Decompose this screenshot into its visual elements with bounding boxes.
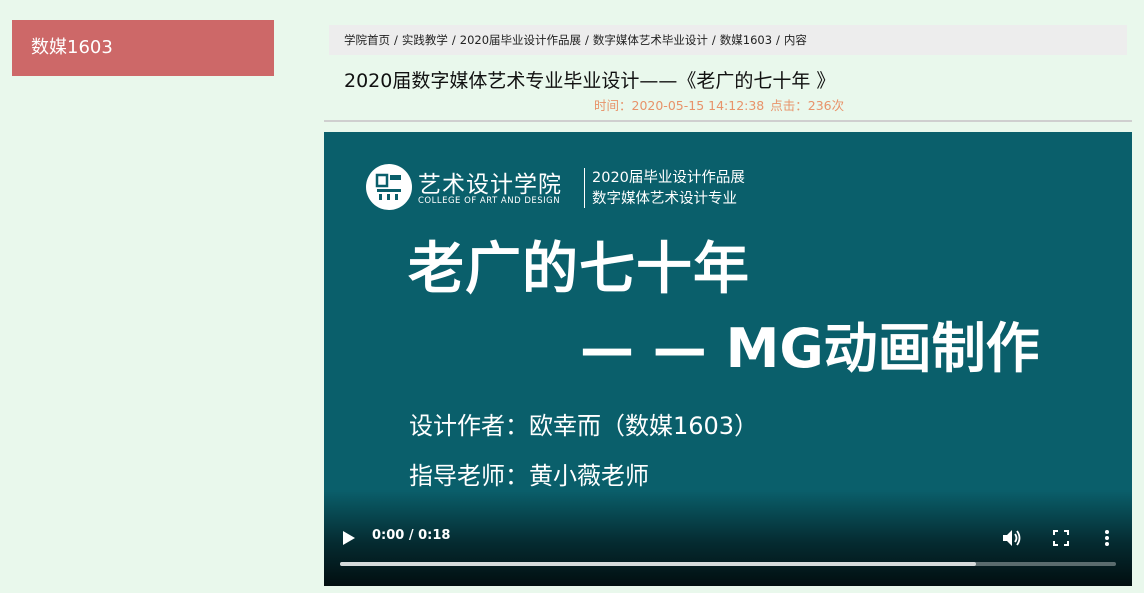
breadcrumb-home-link[interactable]: 学院首页: [344, 33, 390, 47]
breadcrumb-separator: /: [776, 33, 780, 47]
video-buffered-bar: [340, 562, 977, 566]
breadcrumb-practice-teaching-link[interactable]: 实践教学: [402, 33, 448, 47]
breadcrumb-digital-media-design-link[interactable]: 数字媒体艺术毕业设计: [593, 33, 708, 47]
video-time-display: 0:00 / 0:18: [372, 528, 451, 543]
breadcrumb-current: 内容: [783, 33, 807, 47]
breadcrumb-graduation-expo-link[interactable]: 2020届毕业设计作品展: [460, 33, 581, 47]
college-logo-icon: [366, 164, 412, 210]
video-player[interactable]: 艺术设计学院 COLLEGE OF ART AND DESIGN 2020届毕业…: [324, 132, 1132, 586]
breadcrumb: 学院首页 / 实践教学/2020届毕业设计作品展 / 数字媒体艺术毕业设计 / 数媒1603…: [329, 25, 1127, 55]
title-divider: [324, 120, 1132, 122]
college-name: 艺术设计学院: [418, 172, 562, 198]
poster-advisor: 指导老师：黄小薇老师: [409, 462, 649, 490]
breadcrumb-separator: /: [451, 33, 456, 47]
expo-major: 数字媒体艺术设计专业: [592, 191, 737, 207]
publish-time: 时间：2020-05-15 14:12:38: [594, 98, 765, 113]
breadcrumb-class-link[interactable]: 数媒1603: [720, 33, 772, 47]
poster-author: 设计作者：欧幸而（数媒1603）: [409, 412, 759, 440]
sidebar-item-label: 数媒1603: [31, 37, 113, 58]
breadcrumb-separator: /: [585, 33, 589, 47]
logo-divider: [584, 168, 585, 208]
video-progress-bar[interactable]: [340, 562, 1116, 566]
poster-main-title: 老广的七十年: [408, 237, 750, 302]
more-options-icon[interactable]: [1104, 529, 1110, 547]
volume-icon[interactable]: [1002, 529, 1022, 547]
click-count: 点击：236次: [770, 98, 845, 113]
breadcrumb-separator: /: [394, 33, 398, 47]
expo-title: 2020届毕业设计作品展: [592, 170, 745, 186]
breadcrumb-separator: /: [711, 33, 716, 47]
play-icon[interactable]: [342, 530, 356, 546]
poster-sub-title: — — MG动画制作: [580, 317, 1040, 380]
fullscreen-icon[interactable]: [1053, 530, 1069, 546]
page-title: 2020届数字媒体艺术专业毕业设计——《老广的七十年 》: [344, 70, 836, 92]
article-meta: 时间：2020-05-15 14:12:38 点击：236次: [594, 95, 850, 114]
sidebar-item-shumei1603[interactable]: 数媒1603: [12, 20, 274, 76]
college-name-en: COLLEGE OF ART AND DESIGN: [418, 196, 561, 206]
